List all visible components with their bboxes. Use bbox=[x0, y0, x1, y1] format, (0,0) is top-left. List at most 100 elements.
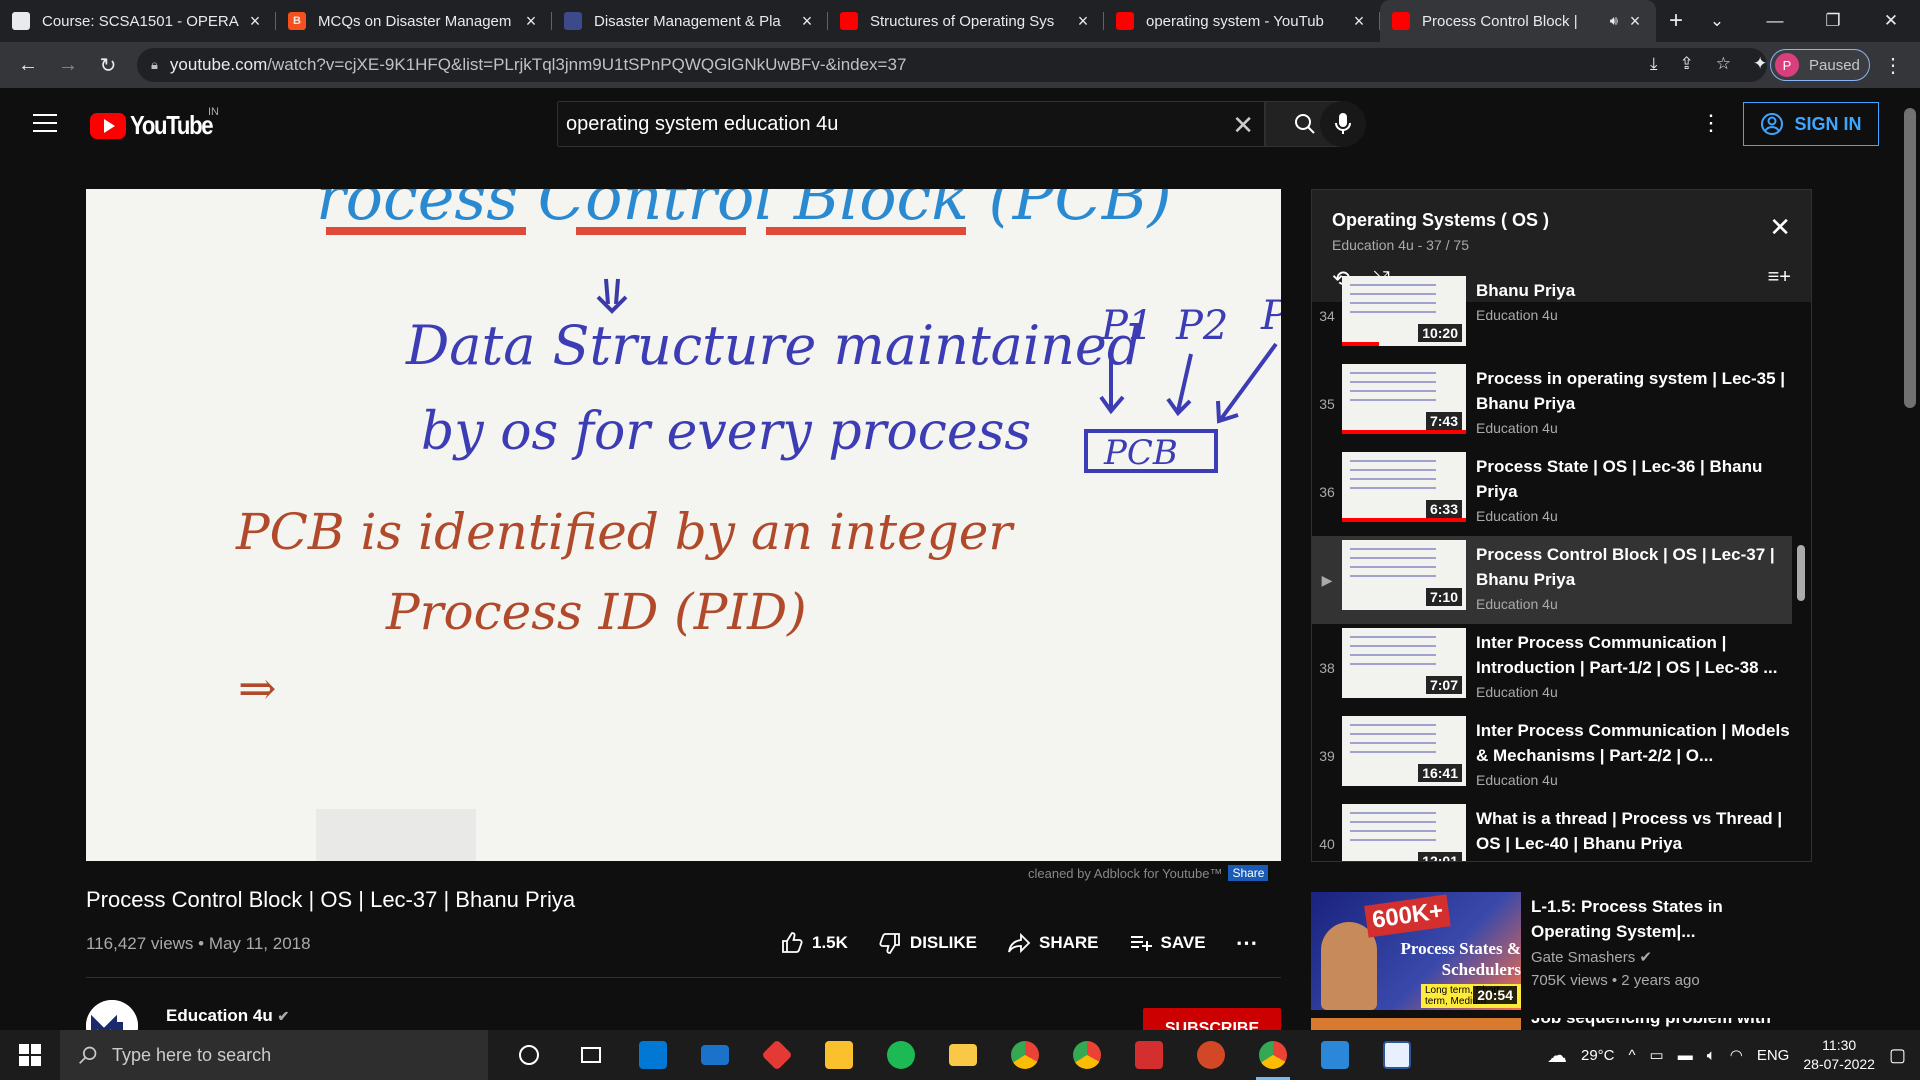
like-button[interactable]: 1.5K bbox=[780, 931, 848, 955]
hamburger-menu-icon[interactable] bbox=[33, 114, 57, 138]
playlist-item[interactable]: 40 12:01 What is a thread | Process vs Thr… bbox=[1312, 800, 1792, 861]
tab-audio-icon[interactable]: 🔊︎ bbox=[1610, 13, 1618, 29]
sign-in-button[interactable]: SIGN IN bbox=[1743, 102, 1879, 146]
close-tab-icon[interactable]: × bbox=[798, 11, 816, 32]
show-hidden-icons-icon[interactable]: ^ bbox=[1629, 1047, 1636, 1064]
browser-tab[interactable]: Course: SCSA1501 - OPERA × bbox=[0, 0, 276, 42]
install-icon[interactable]: ⤓ bbox=[1650, 54, 1658, 74]
video-player[interactable]: rocess Control Block (PCB) Data Structur… bbox=[86, 189, 1281, 861]
cortana-icon[interactable] bbox=[498, 1030, 560, 1080]
recommended-title-partial[interactable]: Job sequencing problem with bbox=[1531, 1018, 1771, 1028]
extensions-icon[interactable]: ✦ bbox=[1753, 54, 1767, 74]
photos-icon[interactable] bbox=[1304, 1030, 1366, 1080]
playlist-item-title[interactable]: What is a thread | Process vs Thread | O… bbox=[1476, 806, 1792, 856]
close-tab-icon[interactable]: × bbox=[522, 11, 540, 32]
maximize-button[interactable]: ❐ bbox=[1804, 0, 1862, 42]
close-tab-icon[interactable]: × bbox=[1074, 11, 1092, 32]
playlist-item-thumbnail[interactable]: 12:01 bbox=[1342, 804, 1466, 861]
close-tab-icon[interactable]: × bbox=[1626, 11, 1644, 32]
notifications-icon[interactable]: ▢ bbox=[1889, 1045, 1906, 1066]
network-icon[interactable]: ▭ bbox=[1650, 1046, 1664, 1064]
close-window-button[interactable]: ✕ bbox=[1862, 0, 1920, 42]
forward-button[interactable]: → bbox=[48, 54, 88, 77]
playlist-item[interactable]: ▶ 7:10 Process Control Block | OS | Lec-37… bbox=[1312, 536, 1792, 624]
browser-tab[interactable]: Process Control Block | 🔊︎ × bbox=[1380, 0, 1656, 42]
playlist-item[interactable]: 36 6:33 Process State | OS | Lec-36 | Bhan… bbox=[1312, 448, 1792, 536]
recommended-title[interactable]: L-1.5: Process States in Operating Syste… bbox=[1531, 894, 1801, 944]
playlist-scrollbar[interactable] bbox=[1797, 545, 1805, 601]
playlist-item[interactable]: 35 7:43 Process in operating system | Lec-… bbox=[1312, 360, 1792, 448]
playlist-item-title[interactable]: Inter Process Communication | Models & M… bbox=[1476, 718, 1792, 768]
back-button[interactable]: ← bbox=[8, 54, 48, 77]
profile-button[interactable]: P Paused bbox=[1770, 49, 1870, 81]
battery-icon[interactable]: ▬ bbox=[1678, 1047, 1693, 1064]
office-app-icon[interactable] bbox=[746, 1030, 808, 1080]
chrome-active-icon[interactable] bbox=[1242, 1030, 1304, 1080]
share-button[interactable]: SHARE bbox=[1007, 931, 1099, 955]
weather-icon[interactable]: ☁︎ bbox=[1547, 1043, 1567, 1068]
page-scrollbar-thumb[interactable] bbox=[1904, 108, 1916, 408]
playlist-item-thumbnail[interactable]: 7:07 bbox=[1342, 628, 1466, 698]
playlist-item-title[interactable]: Process Control Block | OS | Lec-37 | Bh… bbox=[1476, 542, 1792, 592]
chrome-icon[interactable] bbox=[994, 1030, 1056, 1080]
task-view-icon[interactable] bbox=[560, 1030, 622, 1080]
close-playlist-icon[interactable]: ✕ bbox=[1769, 212, 1791, 243]
language-indicator[interactable]: ENG bbox=[1757, 1047, 1790, 1064]
tab-search-icon[interactable]: ⌄ bbox=[1688, 0, 1746, 42]
chrome-profile-icon[interactable] bbox=[1056, 1030, 1118, 1080]
playlist-item-thumbnail[interactable]: 10:20 bbox=[1342, 276, 1466, 346]
minimize-button[interactable]: — bbox=[1746, 0, 1804, 42]
browser-tab[interactable]: B MCQs on Disaster Managem × bbox=[276, 0, 552, 42]
taskbar-search[interactable]: Type here to search bbox=[60, 1030, 488, 1080]
close-tab-icon[interactable]: × bbox=[246, 11, 264, 32]
volume-icon[interactable]: 🔈︎ bbox=[1707, 1047, 1716, 1064]
settings-dots-icon[interactable]: ⋮ bbox=[1700, 110, 1722, 136]
channel-name[interactable]: Education 4u ✔ bbox=[166, 1006, 289, 1026]
browser-menu-icon[interactable]: ⋮ bbox=[1883, 53, 1903, 78]
playlist-item-thumbnail[interactable]: 16:41 bbox=[1342, 716, 1466, 786]
word-doc-icon[interactable] bbox=[1366, 1030, 1428, 1080]
playlist-item[interactable]: 39 16:41 Inter Process Communication | Mod… bbox=[1312, 712, 1792, 800]
youtube-logo[interactable]: YouTube IN bbox=[90, 106, 227, 141]
playlist-item-title[interactable]: Inter Process Communication | Introducti… bbox=[1476, 630, 1792, 680]
page-scrollbar[interactable] bbox=[1900, 88, 1920, 1030]
playlist-item-thumbnail[interactable]: 7:43 bbox=[1342, 364, 1466, 434]
browser-tab[interactable]: operating system - YouTub × bbox=[1104, 0, 1380, 42]
address-bar[interactable]: 🔒︎ youtube.com/watch?v=cjXE-9K1HFQ&list=… bbox=[137, 48, 1767, 82]
bookmark-star-icon[interactable]: ☆ bbox=[1716, 54, 1731, 74]
recommended-channel[interactable]: Gate Smashers ✔ bbox=[1531, 948, 1652, 966]
powerpoint-icon[interactable] bbox=[1180, 1030, 1242, 1080]
acrobat-icon[interactable] bbox=[1118, 1030, 1180, 1080]
playlist-item-thumbnail[interactable]: 7:10 bbox=[1342, 540, 1466, 610]
start-button[interactable] bbox=[0, 1044, 60, 1066]
playlist-item[interactable]: 34 10:20 Bhanu Priya Education 4u bbox=[1312, 272, 1792, 360]
microsoft-store-icon[interactable] bbox=[622, 1030, 684, 1080]
playlist-item[interactable]: 38 7:07 Inter Process Communication | Intr… bbox=[1312, 624, 1792, 712]
close-tab-icon[interactable]: × bbox=[1350, 11, 1368, 32]
more-actions-icon[interactable]: ⋯ bbox=[1236, 930, 1258, 956]
clear-search-icon[interactable]: ✕ bbox=[1232, 110, 1254, 141]
adblock-share-button[interactable]: Share bbox=[1228, 865, 1269, 881]
playlist-item-title[interactable]: Process in operating system | Lec-35 | B… bbox=[1476, 366, 1792, 416]
mail-icon[interactable] bbox=[684, 1030, 746, 1080]
save-button[interactable]: SAVE bbox=[1129, 931, 1206, 955]
reload-button[interactable]: ↻ bbox=[88, 53, 128, 78]
recommended-thumbnail-partial[interactable] bbox=[1311, 1018, 1521, 1030]
browser-tab[interactable]: Structures of Operating Sys × bbox=[828, 0, 1104, 42]
playlist-item-title[interactable]: Process State | OS | Lec-36 | Bhanu Priy… bbox=[1476, 454, 1792, 504]
voice-search-button[interactable] bbox=[1320, 101, 1366, 147]
temperature[interactable]: 29°C bbox=[1581, 1047, 1615, 1064]
file-explorer-icon[interactable] bbox=[932, 1030, 994, 1080]
sticky-notes-icon[interactable] bbox=[808, 1030, 870, 1080]
recommended-video[interactable]: 600K+ Process States & Schedulers Long t… bbox=[1311, 892, 1812, 1012]
recommended-thumbnail[interactable]: 600K+ Process States & Schedulers Long t… bbox=[1311, 892, 1521, 1010]
wifi-icon[interactable]: ◠ bbox=[1730, 1046, 1743, 1064]
browser-tab[interactable]: Disaster Management & Pla × bbox=[552, 0, 828, 42]
search-input[interactable]: operating system education 4u ✕ bbox=[557, 101, 1265, 147]
playlist-title[interactable]: Operating Systems ( OS ) bbox=[1332, 210, 1549, 231]
spotify-icon[interactable] bbox=[870, 1030, 932, 1080]
playlist-item-thumbnail[interactable]: 6:33 bbox=[1342, 452, 1466, 522]
dislike-button[interactable]: DISLIKE bbox=[878, 931, 977, 955]
share-page-icon[interactable]: ⇪ bbox=[1680, 54, 1694, 74]
clock[interactable]: 11:30 28-07-2022 bbox=[1803, 1036, 1875, 1074]
